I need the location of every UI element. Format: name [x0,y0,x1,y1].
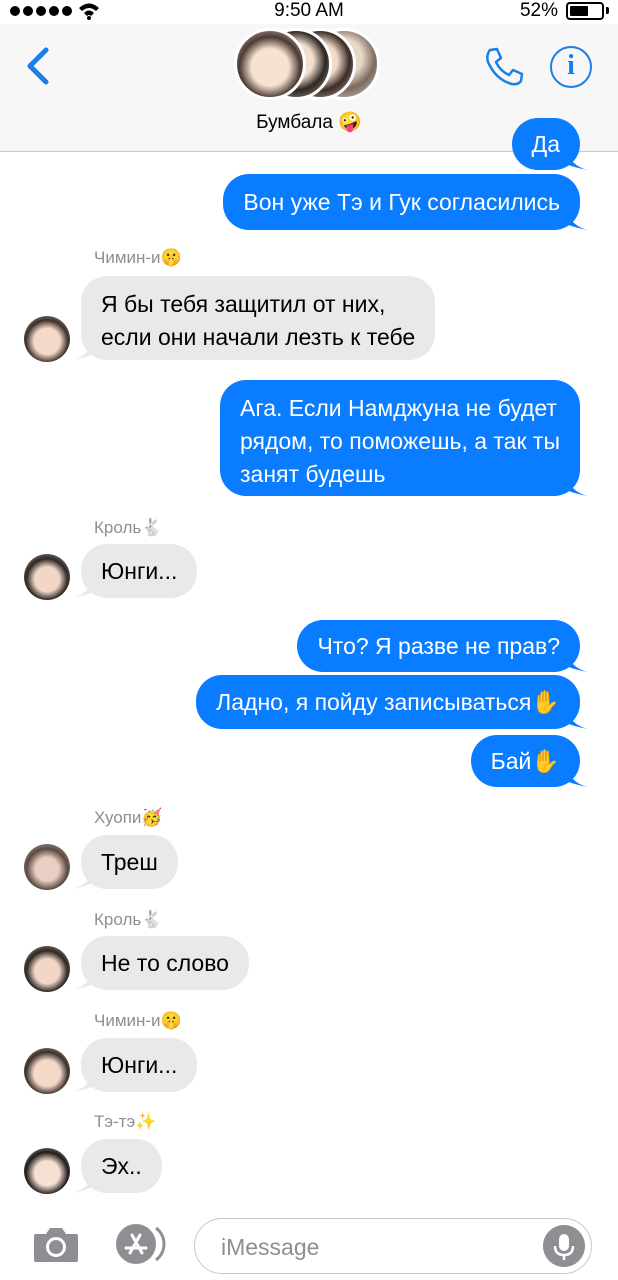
outgoing-message-bubble[interactable]: Ага. Если Намджуна не будет рядом, то по… [219,380,580,496]
incoming-message-bubble[interactable]: Юнги... [81,1038,198,1092]
bubble-tail [72,1171,94,1193]
incoming-message-bubble[interactable]: Юнги... [81,544,198,598]
group-avatars[interactable] [234,28,384,108]
sender-avatar[interactable] [24,844,70,890]
app-store-icon[interactable] [112,1222,166,1266]
incoming-message-bubble[interactable]: Треш [81,835,178,889]
sender-name: Чимин-и🤫 [94,1011,182,1030]
sender-avatar[interactable] [24,1148,70,1194]
sender-avatar[interactable] [24,554,70,600]
bubble-tail [72,968,94,990]
battery-cap [606,7,609,14]
outgoing-message-bubble[interactable]: Вон уже Тэ и Гук согласились [223,174,580,230]
outgoing-message-bubble[interactable]: Что? Я разве не прав? [297,620,580,672]
bubble-tail [566,474,588,496]
camera-icon[interactable] [32,1224,80,1264]
sender-name: Кроль🐇 [94,910,163,929]
sender-name: Хуопи🥳 [94,808,163,827]
info-icon[interactable]: i [550,46,592,88]
status-bar: 9:50 AM 52% [0,0,618,24]
bubble-tail [566,650,588,672]
sender-name: Чимин-и🤫 [94,248,182,267]
sender-avatar[interactable] [24,316,70,362]
sender-avatar[interactable] [24,946,70,992]
outgoing-message-bubble[interactable]: Ладно, я пойду записываться✋ [196,675,580,729]
input-bar [0,1208,618,1280]
phone-icon[interactable] [482,44,526,88]
sender-name: Тэ-тэ✨ [94,1112,157,1131]
incoming-message-bubble[interactable]: Я бы тебя защитил от них, если они начал… [81,276,436,360]
sender-avatar[interactable] [24,1048,70,1094]
bubble-tail [566,707,588,729]
battery-percentage: 52% [519,0,558,21]
message-field[interactable] [194,1218,592,1274]
sender-name: Кроль🐇 [94,518,163,537]
bubble-tail [566,765,588,787]
microphone-icon[interactable] [543,1225,585,1267]
incoming-message-bubble[interactable]: Не то слово [81,936,249,990]
group-avatar-1 [234,28,306,100]
back-chevron-icon[interactable] [20,44,60,88]
bubble-tail [566,148,588,170]
outgoing-message-bubble[interactable]: Бай✋ [470,735,580,787]
bubble-tail [72,576,94,598]
bubble-tail [72,867,94,889]
message-input[interactable] [221,1231,521,1263]
bubble-tail [72,338,94,360]
bubble-tail [566,208,588,230]
battery-icon [566,2,604,20]
bubble-tail [72,1070,94,1092]
